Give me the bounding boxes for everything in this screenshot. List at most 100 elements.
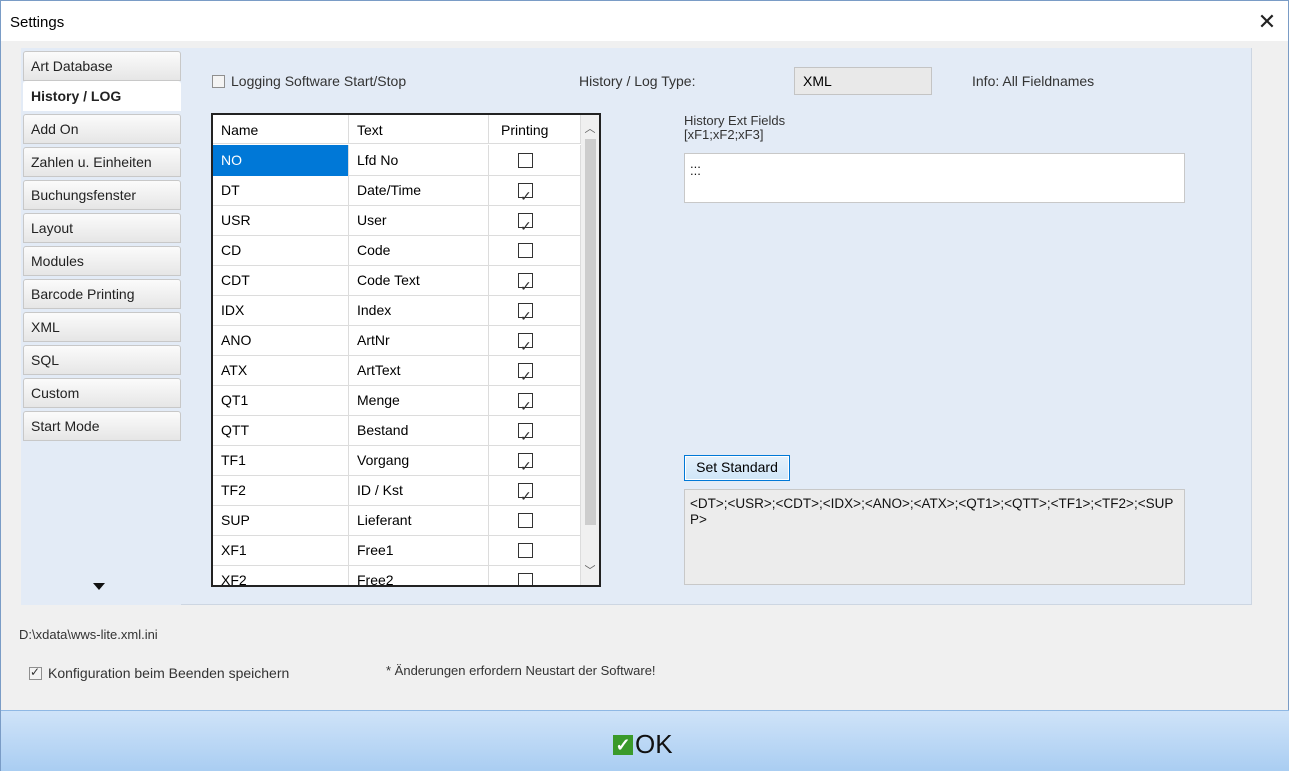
tab-art-database[interactable]: Art Database bbox=[23, 51, 181, 81]
grid-row[interactable]: QT1 Menge bbox=[213, 385, 581, 422]
cell-text[interactable]: Lfd No bbox=[349, 145, 489, 176]
cell-printing bbox=[489, 325, 581, 362]
cell-text[interactable]: Bestand bbox=[349, 415, 489, 446]
scroll-thumb[interactable] bbox=[585, 139, 596, 525]
cell-name[interactable]: TF1 bbox=[213, 445, 349, 476]
ok-button[interactable]: ✓ OK bbox=[1, 710, 1289, 771]
printing-checkbox[interactable] bbox=[518, 421, 533, 452]
tab-add-on[interactable]: Add On bbox=[23, 114, 181, 144]
printing-checkbox[interactable] bbox=[518, 153, 533, 168]
cell-text[interactable]: ArtText bbox=[349, 355, 489, 386]
title-bar: Settings ✕ bbox=[1, 1, 1288, 41]
cell-text[interactable]: Code Text bbox=[349, 265, 489, 296]
cell-text[interactable]: Code bbox=[349, 235, 489, 266]
cell-text[interactable]: Index bbox=[349, 295, 489, 326]
cell-name[interactable]: DT bbox=[213, 175, 349, 206]
tab-xml[interactable]: XML bbox=[23, 312, 181, 342]
cell-name[interactable]: CDT bbox=[213, 265, 349, 296]
printing-checkbox[interactable] bbox=[518, 181, 533, 212]
printing-checkbox[interactable] bbox=[518, 543, 533, 558]
tab-scroll-down-icon[interactable] bbox=[93, 583, 105, 590]
grid-row[interactable]: ANO ArtNr bbox=[213, 325, 581, 362]
cell-printing bbox=[489, 205, 581, 242]
printing-checkbox[interactable] bbox=[518, 301, 533, 332]
cell-text[interactable]: Free1 bbox=[349, 535, 489, 566]
save-config-label: Konfiguration beim Beenden speichern bbox=[48, 665, 290, 681]
grid-row[interactable]: SUP Lieferant bbox=[213, 505, 581, 536]
grid-row[interactable]: USR User bbox=[213, 205, 581, 242]
cell-name[interactable]: QTT bbox=[213, 415, 349, 446]
tab-buchungsfenster[interactable]: Buchungsfenster bbox=[23, 180, 181, 210]
cell-name[interactable]: TF2 bbox=[213, 475, 349, 506]
grid-row[interactable]: ATX ArtText bbox=[213, 355, 581, 392]
grid-row[interactable]: TF2 ID / Kst bbox=[213, 475, 581, 512]
tab-start-mode[interactable]: Start Mode bbox=[23, 411, 181, 441]
printing-checkbox[interactable] bbox=[518, 481, 533, 512]
tab-sql[interactable]: SQL bbox=[23, 345, 181, 375]
close-button[interactable]: ✕ bbox=[1252, 7, 1282, 37]
ext-fields-input[interactable]: ... ... bbox=[684, 153, 1185, 203]
cell-name[interactable]: ANO bbox=[213, 325, 349, 356]
grid-header: Name Text Printing bbox=[213, 115, 581, 144]
cell-text[interactable]: Date/Time bbox=[349, 175, 489, 206]
cell-text[interactable]: ArtNr bbox=[349, 325, 489, 356]
cell-name[interactable]: CD bbox=[213, 235, 349, 266]
ok-button-content: ✓ OK bbox=[613, 729, 673, 760]
cell-text[interactable]: Lieferant bbox=[349, 505, 489, 536]
grid-row[interactable]: DT Date/Time bbox=[213, 175, 581, 212]
save-config-checkbox[interactable] bbox=[29, 665, 42, 680]
grid-row[interactable]: CDT Code Text bbox=[213, 265, 581, 302]
cell-name[interactable]: IDX bbox=[213, 295, 349, 326]
scroll-down-icon[interactable]: ﹀ bbox=[581, 561, 599, 581]
logging-label: Logging Software Start/Stop bbox=[231, 73, 407, 89]
tab-history-log[interactable]: History / LOG bbox=[23, 81, 181, 111]
info-fieldnames-label: Info: All Fieldnames bbox=[972, 73, 1095, 89]
grid-row[interactable]: CD Code bbox=[213, 235, 581, 266]
printing-checkbox[interactable] bbox=[518, 211, 533, 242]
grid-row[interactable]: XF1 Free1 bbox=[213, 535, 581, 566]
cell-name[interactable]: XF2 bbox=[213, 565, 349, 585]
grid-row[interactable]: TF1 Vorgang bbox=[213, 445, 581, 482]
cell-name[interactable]: XF1 bbox=[213, 535, 349, 566]
tab-zahlen-u-einheiten[interactable]: Zahlen u. Einheiten bbox=[23, 147, 181, 177]
cell-printing bbox=[489, 265, 581, 302]
tab-custom[interactable]: Custom bbox=[23, 378, 181, 408]
printing-checkbox[interactable] bbox=[518, 391, 533, 422]
cell-text[interactable]: Vorgang bbox=[349, 445, 489, 476]
grid-scrollbar[interactable]: ︿ ﹀ bbox=[581, 115, 599, 585]
tab-modules[interactable]: Modules bbox=[23, 246, 181, 276]
tab-layout[interactable]: Layout bbox=[23, 213, 181, 243]
printing-checkbox[interactable] bbox=[518, 451, 533, 482]
cell-name[interactable]: QT1 bbox=[213, 385, 349, 416]
ok-label: OK bbox=[635, 729, 673, 759]
column-header-text[interactable]: Text bbox=[349, 115, 489, 144]
scroll-up-icon[interactable]: ︿ bbox=[581, 119, 599, 139]
set-standard-button[interactable]: Set Standard bbox=[684, 455, 790, 481]
cell-printing bbox=[489, 175, 581, 212]
tab-barcode-printing[interactable]: Barcode Printing bbox=[23, 279, 181, 309]
printing-checkbox[interactable] bbox=[518, 271, 533, 302]
grid-row[interactable]: XF2 Free2 bbox=[213, 565, 581, 585]
printing-checkbox[interactable] bbox=[518, 243, 533, 258]
grid-row[interactable]: QTT Bestand bbox=[213, 415, 581, 452]
cell-text[interactable]: Menge bbox=[349, 385, 489, 416]
printing-checkbox[interactable] bbox=[518, 513, 533, 528]
logging-checkbox[interactable] bbox=[212, 75, 225, 88]
column-header-printing[interactable]: Printing bbox=[489, 115, 581, 144]
cell-name[interactable]: SUP bbox=[213, 505, 349, 536]
cell-text[interactable]: User bbox=[349, 205, 489, 236]
printing-checkbox[interactable] bbox=[518, 331, 533, 362]
log-type-label: History / Log Type: bbox=[579, 73, 696, 89]
column-header-name[interactable]: Name bbox=[213, 115, 349, 144]
cell-text[interactable]: Free2 bbox=[349, 565, 489, 585]
cell-name[interactable]: NO bbox=[213, 145, 349, 176]
cell-text[interactable]: ID / Kst bbox=[349, 475, 489, 506]
grid-row[interactable]: NO Lfd No bbox=[213, 145, 581, 176]
log-type-field[interactable]: XML bbox=[794, 67, 932, 95]
printing-checkbox[interactable] bbox=[518, 361, 533, 392]
cell-printing bbox=[489, 565, 581, 585]
cell-name[interactable]: USR bbox=[213, 205, 349, 236]
printing-checkbox[interactable] bbox=[518, 573, 533, 585]
grid-row[interactable]: IDX Index bbox=[213, 295, 581, 332]
cell-name[interactable]: ATX bbox=[213, 355, 349, 386]
